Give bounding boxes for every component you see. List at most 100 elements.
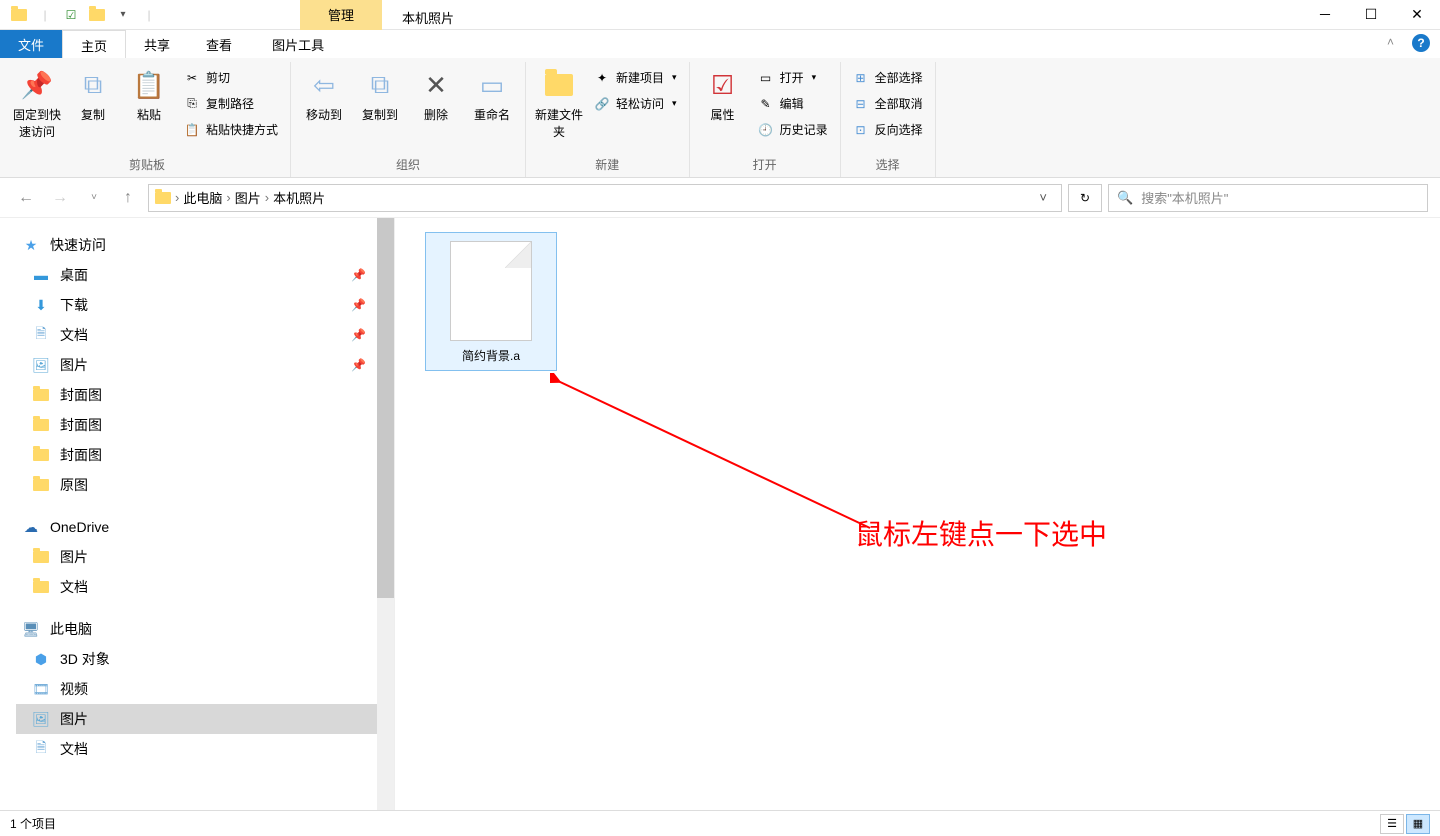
tree-od-documents[interactable]: 文档 [16, 572, 394, 602]
new-folder-icon [542, 68, 576, 102]
qat-dropdown-icon[interactable]: ▾ [112, 4, 134, 26]
window-controls: － ☐ ✕ [1302, 0, 1440, 30]
cut-button[interactable]: ✂剪切 [180, 66, 282, 89]
edit-button[interactable]: ✎编辑 [754, 92, 832, 115]
delete-label: 删除 [424, 106, 448, 123]
move-to-button[interactable]: ⇦移动到 [299, 66, 349, 123]
ribbon-group-organize: ⇦移动到 ⧉复制到 ✕删除 ▭重命名 组织 [291, 62, 526, 177]
main-area: ★快速访问 ▬桌面📌 ⬇下载📌 🗎文档📌 🖼图片📌 封面图 封面图 封面图 原图… [0, 218, 1440, 810]
tree-3d-objects[interactable]: ⬢3D 对象 [16, 644, 394, 674]
tree-label: 此电脑 [50, 619, 92, 639]
pin-to-quick-button[interactable]: 📌固定到快速访问 [12, 66, 62, 140]
tree-cover2[interactable]: 封面图 [16, 410, 394, 440]
paste-shortcut-button[interactable]: 📋粘贴快捷方式 [180, 118, 282, 141]
maximize-button[interactable]: ☐ [1348, 0, 1394, 30]
breadcrumb-dropdown-icon[interactable]: ˅ [1031, 190, 1055, 205]
view-icons-button[interactable]: ▦ [1406, 814, 1430, 834]
desktop-icon: ▬ [32, 266, 50, 284]
folder-icon [32, 578, 50, 596]
ribbon-collapse-icon[interactable]: ˄ [1375, 30, 1406, 58]
titlebar: | ☑ ▾ | 管理 本机照片 － ☐ ✕ [0, 0, 1440, 30]
tree-documents[interactable]: 🗎文档📌 [16, 320, 394, 350]
tree-cover1[interactable]: 封面图 [16, 380, 394, 410]
open-button[interactable]: ▭打开▾ [754, 66, 832, 89]
tree-pictures[interactable]: 🖼图片📌 [16, 350, 394, 380]
invert-selection-button[interactable]: ⊡反向选择 [849, 118, 927, 141]
tree-quick-access[interactable]: ★快速访问 [16, 230, 394, 260]
recent-button[interactable]: ˅ [80, 184, 108, 212]
select-none-button[interactable]: ⊟全部取消 [849, 92, 927, 115]
tree-od-pictures[interactable]: 图片 [16, 542, 394, 572]
qat-properties-icon[interactable]: ☑ [60, 4, 82, 26]
tab-file[interactable]: 文件 [0, 30, 62, 58]
easy-access-icon: 🔗 [594, 96, 610, 112]
properties-button[interactable]: ☑属性 [698, 66, 748, 123]
annotation-arrow [550, 373, 890, 543]
select-all-button[interactable]: ⊞全部选择 [849, 66, 927, 89]
rename-button[interactable]: ▭重命名 [467, 66, 517, 123]
tab-share[interactable]: 共享 [126, 30, 188, 58]
tab-home[interactable]: 主页 [62, 30, 126, 58]
delete-icon: ✕ [419, 68, 453, 102]
content-pane[interactable]: 简约背景.a 鼠标左键点一下选中 [395, 218, 1440, 810]
navigation-pane: ★快速访问 ▬桌面📌 ⬇下载📌 🗎文档📌 🖼图片📌 封面图 封面图 封面图 原图… [0, 218, 395, 810]
copy-button[interactable]: ⧉复制 [68, 66, 118, 123]
qat-new-folder-icon[interactable] [86, 4, 108, 26]
history-button[interactable]: 🕘历史记录 [754, 118, 832, 141]
refresh-button[interactable]: ↻ [1068, 184, 1102, 212]
copy-path-button[interactable]: ⎘复制路径 [180, 92, 282, 115]
view-details-button[interactable]: ☰ [1380, 814, 1404, 834]
new-folder-button[interactable]: 新建文件夹 [534, 66, 584, 140]
copy-icon: ⧉ [76, 68, 110, 102]
file-name: 简约背景.a [462, 347, 520, 364]
ribbon-group-clipboard: 📌固定到快速访问 ⧉复制 📋粘贴 ✂剪切 ⎘复制路径 📋粘贴快捷方式 剪贴板 [4, 62, 291, 177]
move-label: 移动到 [306, 106, 342, 123]
help-icon[interactable]: ? [1412, 34, 1430, 52]
tree-cover3[interactable]: 封面图 [16, 440, 394, 470]
folder-icon [32, 548, 50, 566]
breadcrumb-current[interactable]: 本机照片 [273, 188, 325, 207]
paste-button[interactable]: 📋粘贴 [124, 66, 174, 123]
folder-icon [32, 416, 50, 434]
tree-videos[interactable]: 🎞视频 [16, 674, 394, 704]
breadcrumb-pc[interactable]: 此电脑 [183, 188, 222, 207]
breadcrumb[interactable]: › 此电脑 › 图片 › 本机照片 ˅ [148, 184, 1062, 212]
tree-downloads[interactable]: ⬇下载📌 [16, 290, 394, 320]
open-label: 打开 [780, 69, 804, 86]
tree-original[interactable]: 原图 [16, 470, 394, 500]
address-bar: ← → ˅ ↑ › 此电脑 › 图片 › 本机照片 ˅ ↻ 🔍 搜索"本机照片" [0, 178, 1440, 218]
tree-desktop[interactable]: ▬桌面📌 [16, 260, 394, 290]
breadcrumb-pictures[interactable]: 图片 [235, 188, 261, 207]
status-item-count: 1 个项目 [10, 815, 56, 832]
tree-tp-documents[interactable]: 🗎文档 [16, 734, 394, 764]
forward-button[interactable]: → [46, 184, 74, 212]
qat-folder-icon[interactable] [8, 4, 30, 26]
new-item-button[interactable]: ✦新建项目▾ [590, 66, 681, 89]
delete-button[interactable]: ✕ 删除 [411, 66, 461, 123]
tree-tp-pictures[interactable]: 🖼图片 [16, 704, 394, 734]
contextual-tab-group: 管理 [300, 0, 382, 30]
copy-to-button[interactable]: ⧉复制到 [355, 66, 405, 123]
group-label-clipboard: 剪贴板 [129, 153, 165, 177]
pin-icon: 📌 [351, 328, 366, 342]
ribbon: 📌固定到快速访问 ⧉复制 📋粘贴 ✂剪切 ⎘复制路径 📋粘贴快捷方式 剪贴板 ⇦… [0, 58, 1440, 178]
tree-onedrive[interactable]: ☁OneDrive [16, 512, 394, 542]
search-input[interactable]: 🔍 搜索"本机照片" [1108, 184, 1428, 212]
up-button[interactable]: ↑ [114, 184, 142, 212]
back-button[interactable]: ← [12, 184, 40, 212]
tab-view[interactable]: 查看 [188, 30, 250, 58]
invert-label: 反向选择 [875, 121, 923, 138]
tree-label: 原图 [60, 475, 88, 495]
close-button[interactable]: ✕ [1394, 0, 1440, 30]
tree-label: 3D 对象 [60, 649, 110, 669]
nav-scrollbar[interactable] [377, 218, 394, 810]
breadcrumb-sep: › [175, 190, 179, 205]
minimize-button[interactable]: － [1302, 0, 1348, 30]
tab-picture-tools[interactable]: 图片工具 [254, 30, 342, 58]
qat-separator2: | [138, 4, 160, 26]
nav-scrollbar-thumb[interactable] [377, 218, 394, 598]
easy-access-button[interactable]: 🔗轻松访问▾ [590, 92, 681, 115]
pin-icon: 📌 [351, 298, 366, 312]
tree-thispc[interactable]: 🖥此电脑 [16, 614, 394, 644]
file-item-selected[interactable]: 简约背景.a [425, 232, 557, 371]
